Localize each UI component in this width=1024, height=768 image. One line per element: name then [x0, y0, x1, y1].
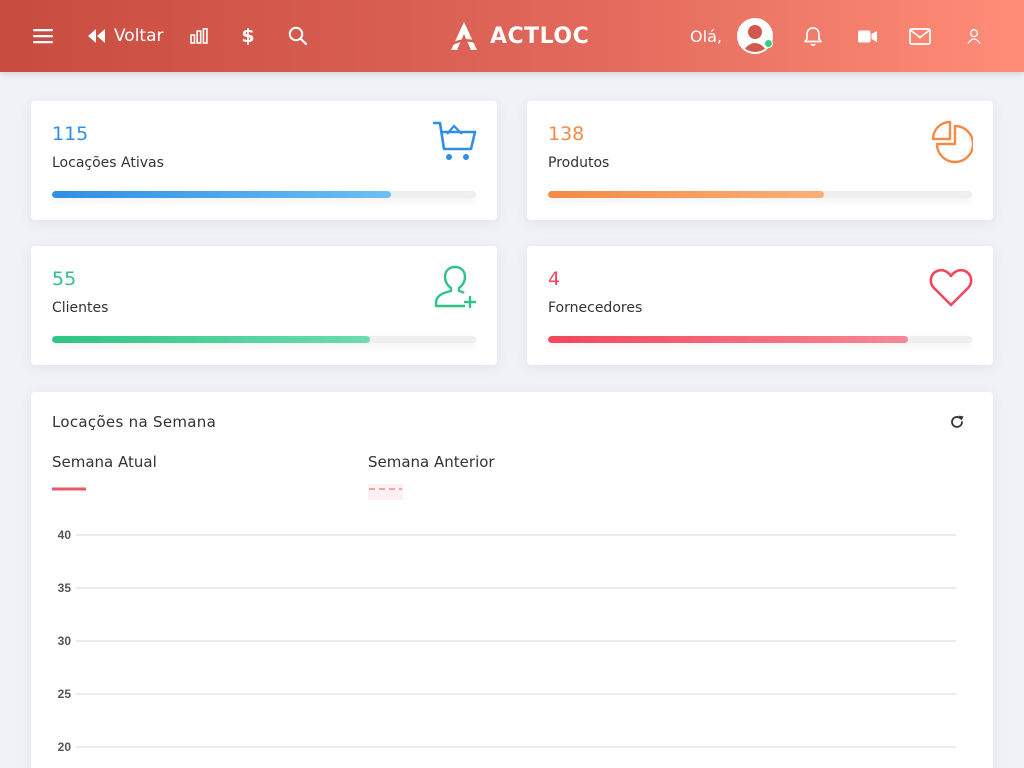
search-icon[interactable] — [286, 0, 310, 72]
y-tick-label: 25 — [58, 687, 72, 701]
stat-card-active-rentals[interactable]: 115 Locações Ativas — [31, 101, 497, 220]
weekly-rentals-chart-card: Locações na Semana Semana Atual Semana A… — [31, 392, 993, 768]
shopping-cart-icon — [432, 120, 477, 164]
stat-label: Locações Ativas — [52, 155, 164, 171]
y-tick-label: 30 — [58, 634, 72, 648]
dollar-icon[interactable]: $ — [237, 0, 259, 72]
y-tick-label: 20 — [58, 740, 72, 754]
stat-value: 138 — [548, 123, 585, 145]
progress-bar — [52, 336, 476, 343]
user-add-icon — [433, 265, 477, 309]
stat-label: Produtos — [548, 155, 610, 171]
stat-label: Clientes — [52, 300, 109, 316]
user-icon[interactable] — [964, 0, 984, 72]
progress-bar — [52, 191, 476, 198]
stat-card-products[interactable]: 138 Produtos — [527, 101, 993, 220]
bar-chart-icon[interactable] — [186, 0, 212, 72]
brand-name: ACTLOC — [490, 23, 590, 49]
double-chevron-left-icon — [88, 29, 106, 43]
back-button[interactable]: Voltar — [88, 0, 168, 72]
avatar[interactable] — [736, 0, 774, 72]
heart-icon — [929, 265, 973, 309]
video-camera-icon[interactable] — [856, 0, 878, 72]
progress-bar — [548, 191, 972, 198]
stat-value: 4 — [548, 268, 561, 290]
menu-icon[interactable] — [30, 0, 56, 72]
stat-value: 115 — [52, 123, 89, 145]
line-chart: 40 35 30 25 20 — [58, 528, 956, 754]
brand[interactable]: ACTLOC — [448, 0, 590, 72]
top-navbar: Voltar $ ACTLOC Olá, — [0, 0, 1024, 72]
brand-logo — [448, 20, 480, 52]
progress-fill — [52, 336, 370, 343]
stat-card-suppliers[interactable]: 4 Fornecedores — [527, 246, 993, 365]
progress-fill — [548, 191, 824, 198]
greeting-text: Olá, — [690, 26, 722, 46]
pie-chart-icon — [929, 120, 975, 164]
progress-fill — [52, 191, 392, 198]
progress-bar — [548, 336, 972, 343]
stat-card-clients[interactable]: 55 Clientes — [31, 246, 497, 365]
mail-icon[interactable] — [907, 0, 933, 72]
stat-value: 55 — [52, 268, 77, 290]
online-status-dot — [764, 39, 773, 48]
stat-label: Fornecedores — [548, 300, 643, 316]
bell-icon[interactable] — [802, 0, 824, 72]
y-tick-label: 35 — [58, 581, 72, 595]
progress-fill — [548, 336, 909, 343]
y-tick-label: 40 — [58, 528, 72, 542]
back-label: Voltar — [114, 26, 164, 46]
